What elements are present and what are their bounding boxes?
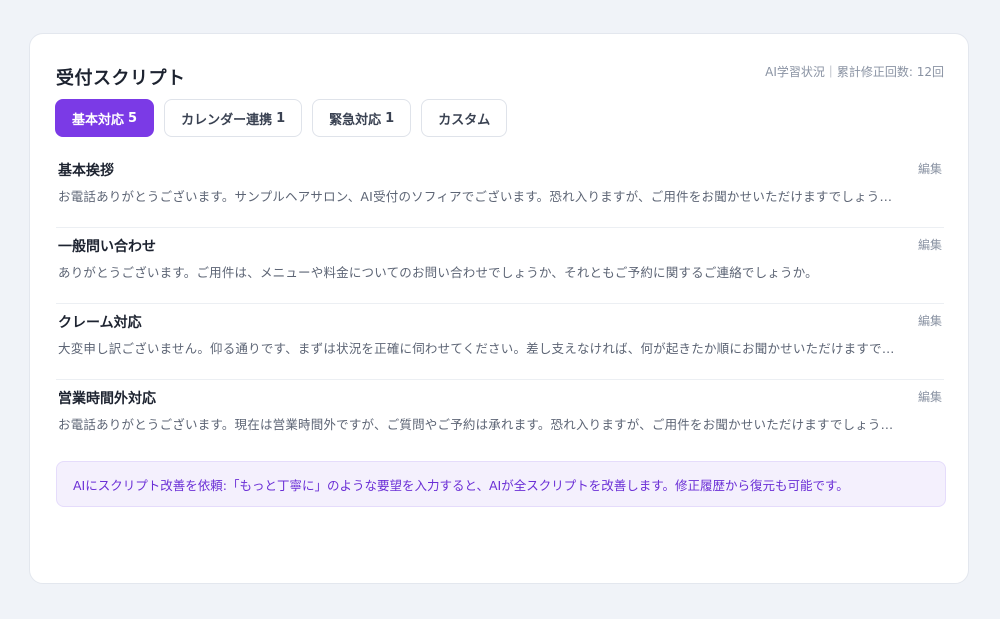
script-title: 一般問い合わせ <box>58 239 156 255</box>
script-card: 受付スクリプト AI学習状況｜累計修正回数: 12回 基本対応 5 カレンダー連… <box>29 33 969 584</box>
tab-emergency[interactable]: 緊急対応 1 <box>312 99 412 137</box>
script-body: お電話ありがとうございます。サンプルヘアサロン、AI受付のソフィアでございます。… <box>58 189 893 204</box>
script-title: 基本挨拶 <box>58 163 114 179</box>
list-item: 営業時間外対応 編集 お電話ありがとうございます。現在は営業時間外ですが、ご質問… <box>56 380 944 456</box>
script-list: 基本挨拶 編集 お電話ありがとうございます。サンプルヘアサロン、AI受付のソフィ… <box>56 152 944 456</box>
tab-basic-label: 基本対応 <box>72 112 125 128</box>
tab-calendar[interactable]: カレンダー連携 1 <box>164 99 303 137</box>
list-item: 基本挨拶 編集 お電話ありがとうございます。サンプルヘアサロン、AI受付のソフィ… <box>56 152 944 228</box>
script-title: クレーム対応 <box>58 315 142 331</box>
tab-basic[interactable]: 基本対応 5 <box>55 99 155 137</box>
script-body: ありがとうございます。ご用件は、メニューや料金についてのお問い合わせでしょうか、… <box>58 265 818 280</box>
tab-custom-label: カスタム <box>438 112 491 128</box>
edit-button[interactable]: 編集 <box>918 160 942 177</box>
tab-emergency-count: 1 <box>385 110 395 126</box>
tab-basic-count: 5 <box>128 110 138 126</box>
tab-custom[interactable]: カスタム <box>421 99 508 137</box>
ai-learning-status: AI学習状況｜累計修正回数: 12回 <box>765 65 944 79</box>
script-title: 営業時間外対応 <box>58 391 156 407</box>
script-tabs: 基本対応 5 カレンダー連携 1 緊急対応 1 カスタム <box>55 99 508 137</box>
edit-button[interactable]: 編集 <box>918 312 942 329</box>
edit-button[interactable]: 編集 <box>918 236 942 253</box>
script-body: 大変申し訳ございません。仰る通りです、まずは状況を正確に伺わせてください。差し支… <box>58 341 895 356</box>
script-body: お電話ありがとうございます。現在は営業時間外ですが、ご質問やご予約は承れます。恐… <box>58 417 894 432</box>
edit-button[interactable]: 編集 <box>918 388 942 405</box>
page-title: 受付スクリプト <box>56 68 186 89</box>
tab-calendar-label: カレンダー連携 <box>181 112 273 128</box>
tab-calendar-count: 1 <box>276 110 286 126</box>
tab-emergency-label: 緊急対応 <box>329 112 382 128</box>
list-item: クレーム対応 編集 大変申し訳ございません。仰る通りです、まずは状況を正確に伺わ… <box>56 304 944 380</box>
list-item: 一般問い合わせ 編集 ありがとうございます。ご用件は、メニューや料金についてのお… <box>56 228 944 304</box>
ai-improvement-hint: AIにスクリプト改善を依頼:「もっと丁寧に」のような要望を入力すると、AIが全ス… <box>56 461 946 507</box>
